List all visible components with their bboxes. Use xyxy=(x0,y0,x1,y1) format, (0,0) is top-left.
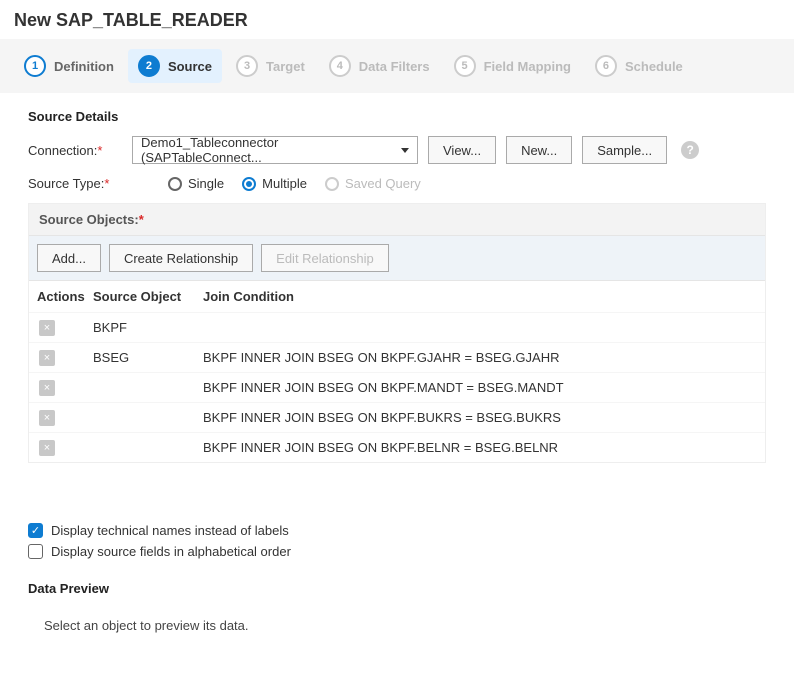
radio-icon xyxy=(168,177,182,191)
wizard-step-num: 3 xyxy=(236,55,258,77)
close-icon[interactable]: × xyxy=(39,440,55,456)
wizard-step-definition[interactable]: 1 Definition xyxy=(14,49,124,83)
page-title: New SAP_TABLE_READER xyxy=(0,0,794,39)
option-technical-names[interactable]: ✓ Display technical names instead of lab… xyxy=(28,523,766,538)
table-row[interactable]: × BKPF INNER JOIN BSEG ON BKPF.MANDT = BS… xyxy=(29,372,765,402)
checkbox-icon: ✓ xyxy=(28,523,43,538)
help-icon[interactable]: ? xyxy=(681,141,699,159)
source-objects-box: Source Objects:* Add... Create Relations… xyxy=(28,203,766,463)
connection-select[interactable]: Demo1_Tableconnector (SAPTableConnect... xyxy=(132,136,418,164)
col-join-condition: Join Condition xyxy=(203,289,757,304)
wizard-step-schedule[interactable]: 6 Schedule xyxy=(585,49,693,83)
table-row[interactable]: × BKPF xyxy=(29,312,765,342)
radio-multiple[interactable]: Multiple xyxy=(242,176,307,191)
source-details-title: Source Details xyxy=(28,109,766,124)
table-row[interactable]: × BKPF INNER JOIN BSEG ON BKPF.BUKRS = BS… xyxy=(29,402,765,432)
cell-join-condition: BKPF INNER JOIN BSEG ON BKPF.GJAHR = BSE… xyxy=(203,350,757,365)
data-preview-title: Data Preview xyxy=(28,581,766,596)
option-label: Display source fields in alphabetical or… xyxy=(51,544,291,559)
chevron-down-icon xyxy=(401,148,409,153)
radio-single[interactable]: Single xyxy=(168,176,224,191)
source-objects-header: Actions Source Object Join Condition xyxy=(29,281,765,312)
view-button[interactable]: View... xyxy=(428,136,496,164)
sample-button[interactable]: Sample... xyxy=(582,136,667,164)
radio-label: Saved Query xyxy=(345,176,421,191)
option-label: Display technical names instead of label… xyxy=(51,523,289,538)
wizard-step-num: 2 xyxy=(138,55,160,77)
data-preview-text: Select an object to preview its data. xyxy=(28,608,766,643)
close-icon[interactable]: × xyxy=(39,320,55,336)
create-relationship-button[interactable]: Create Relationship xyxy=(109,244,253,272)
cell-join-condition: BKPF INNER JOIN BSEG ON BKPF.MANDT = BSE… xyxy=(203,380,757,395)
option-alphabetical[interactable]: Display source fields in alphabetical or… xyxy=(28,544,766,559)
wizard-nav: 1 Definition 2 Source 3 Target 4 Data Fi… xyxy=(0,39,794,93)
wizard-step-source[interactable]: 2 Source xyxy=(128,49,222,83)
wizard-step-num: 5 xyxy=(454,55,476,77)
edit-relationship-button: Edit Relationship xyxy=(261,244,389,272)
radio-saved-query: Saved Query xyxy=(325,176,421,191)
wizard-step-label: Definition xyxy=(54,59,114,74)
wizard-step-num: 4 xyxy=(329,55,351,77)
cell-join-condition: BKPF INNER JOIN BSEG ON BKPF.BELNR = BSE… xyxy=(203,440,757,455)
radio-label: Single xyxy=(188,176,224,191)
source-objects-title: Source Objects:* xyxy=(29,204,765,235)
new-button[interactable]: New... xyxy=(506,136,572,164)
wizard-step-data-filters[interactable]: 4 Data Filters xyxy=(319,49,440,83)
wizard-step-label: Field Mapping xyxy=(484,59,571,74)
col-source-object: Source Object xyxy=(93,289,203,304)
close-icon[interactable]: × xyxy=(39,350,55,366)
wizard-step-target[interactable]: 3 Target xyxy=(226,49,315,83)
close-icon[interactable]: × xyxy=(39,380,55,396)
wizard-step-field-mapping[interactable]: 5 Field Mapping xyxy=(444,49,581,83)
add-button[interactable]: Add... xyxy=(37,244,101,272)
wizard-step-num: 1 xyxy=(24,55,46,77)
wizard-step-label: Data Filters xyxy=(359,59,430,74)
table-row[interactable]: × BSEGBKPF INNER JOIN BSEG ON BKPF.GJAHR … xyxy=(29,342,765,372)
connection-label: Connection:* xyxy=(28,143,122,158)
wizard-step-label: Schedule xyxy=(625,59,683,74)
close-icon[interactable]: × xyxy=(39,410,55,426)
cell-join-condition: BKPF INNER JOIN BSEG ON BKPF.BUKRS = BSE… xyxy=(203,410,757,425)
radio-icon xyxy=(325,177,339,191)
wizard-step-label: Target xyxy=(266,59,305,74)
radio-icon xyxy=(242,177,256,191)
cell-source-object: BSEG xyxy=(93,350,203,365)
source-type-label: Source Type:* xyxy=(28,176,122,191)
wizard-step-num: 6 xyxy=(595,55,617,77)
checkbox-icon xyxy=(28,544,43,559)
col-actions: Actions xyxy=(37,289,93,304)
connection-value: Demo1_Tableconnector (SAPTableConnect... xyxy=(141,135,401,165)
cell-source-object: BKPF xyxy=(93,320,203,335)
radio-label: Multiple xyxy=(262,176,307,191)
table-row[interactable]: × BKPF INNER JOIN BSEG ON BKPF.BELNR = BS… xyxy=(29,432,765,462)
wizard-step-label: Source xyxy=(168,59,212,74)
